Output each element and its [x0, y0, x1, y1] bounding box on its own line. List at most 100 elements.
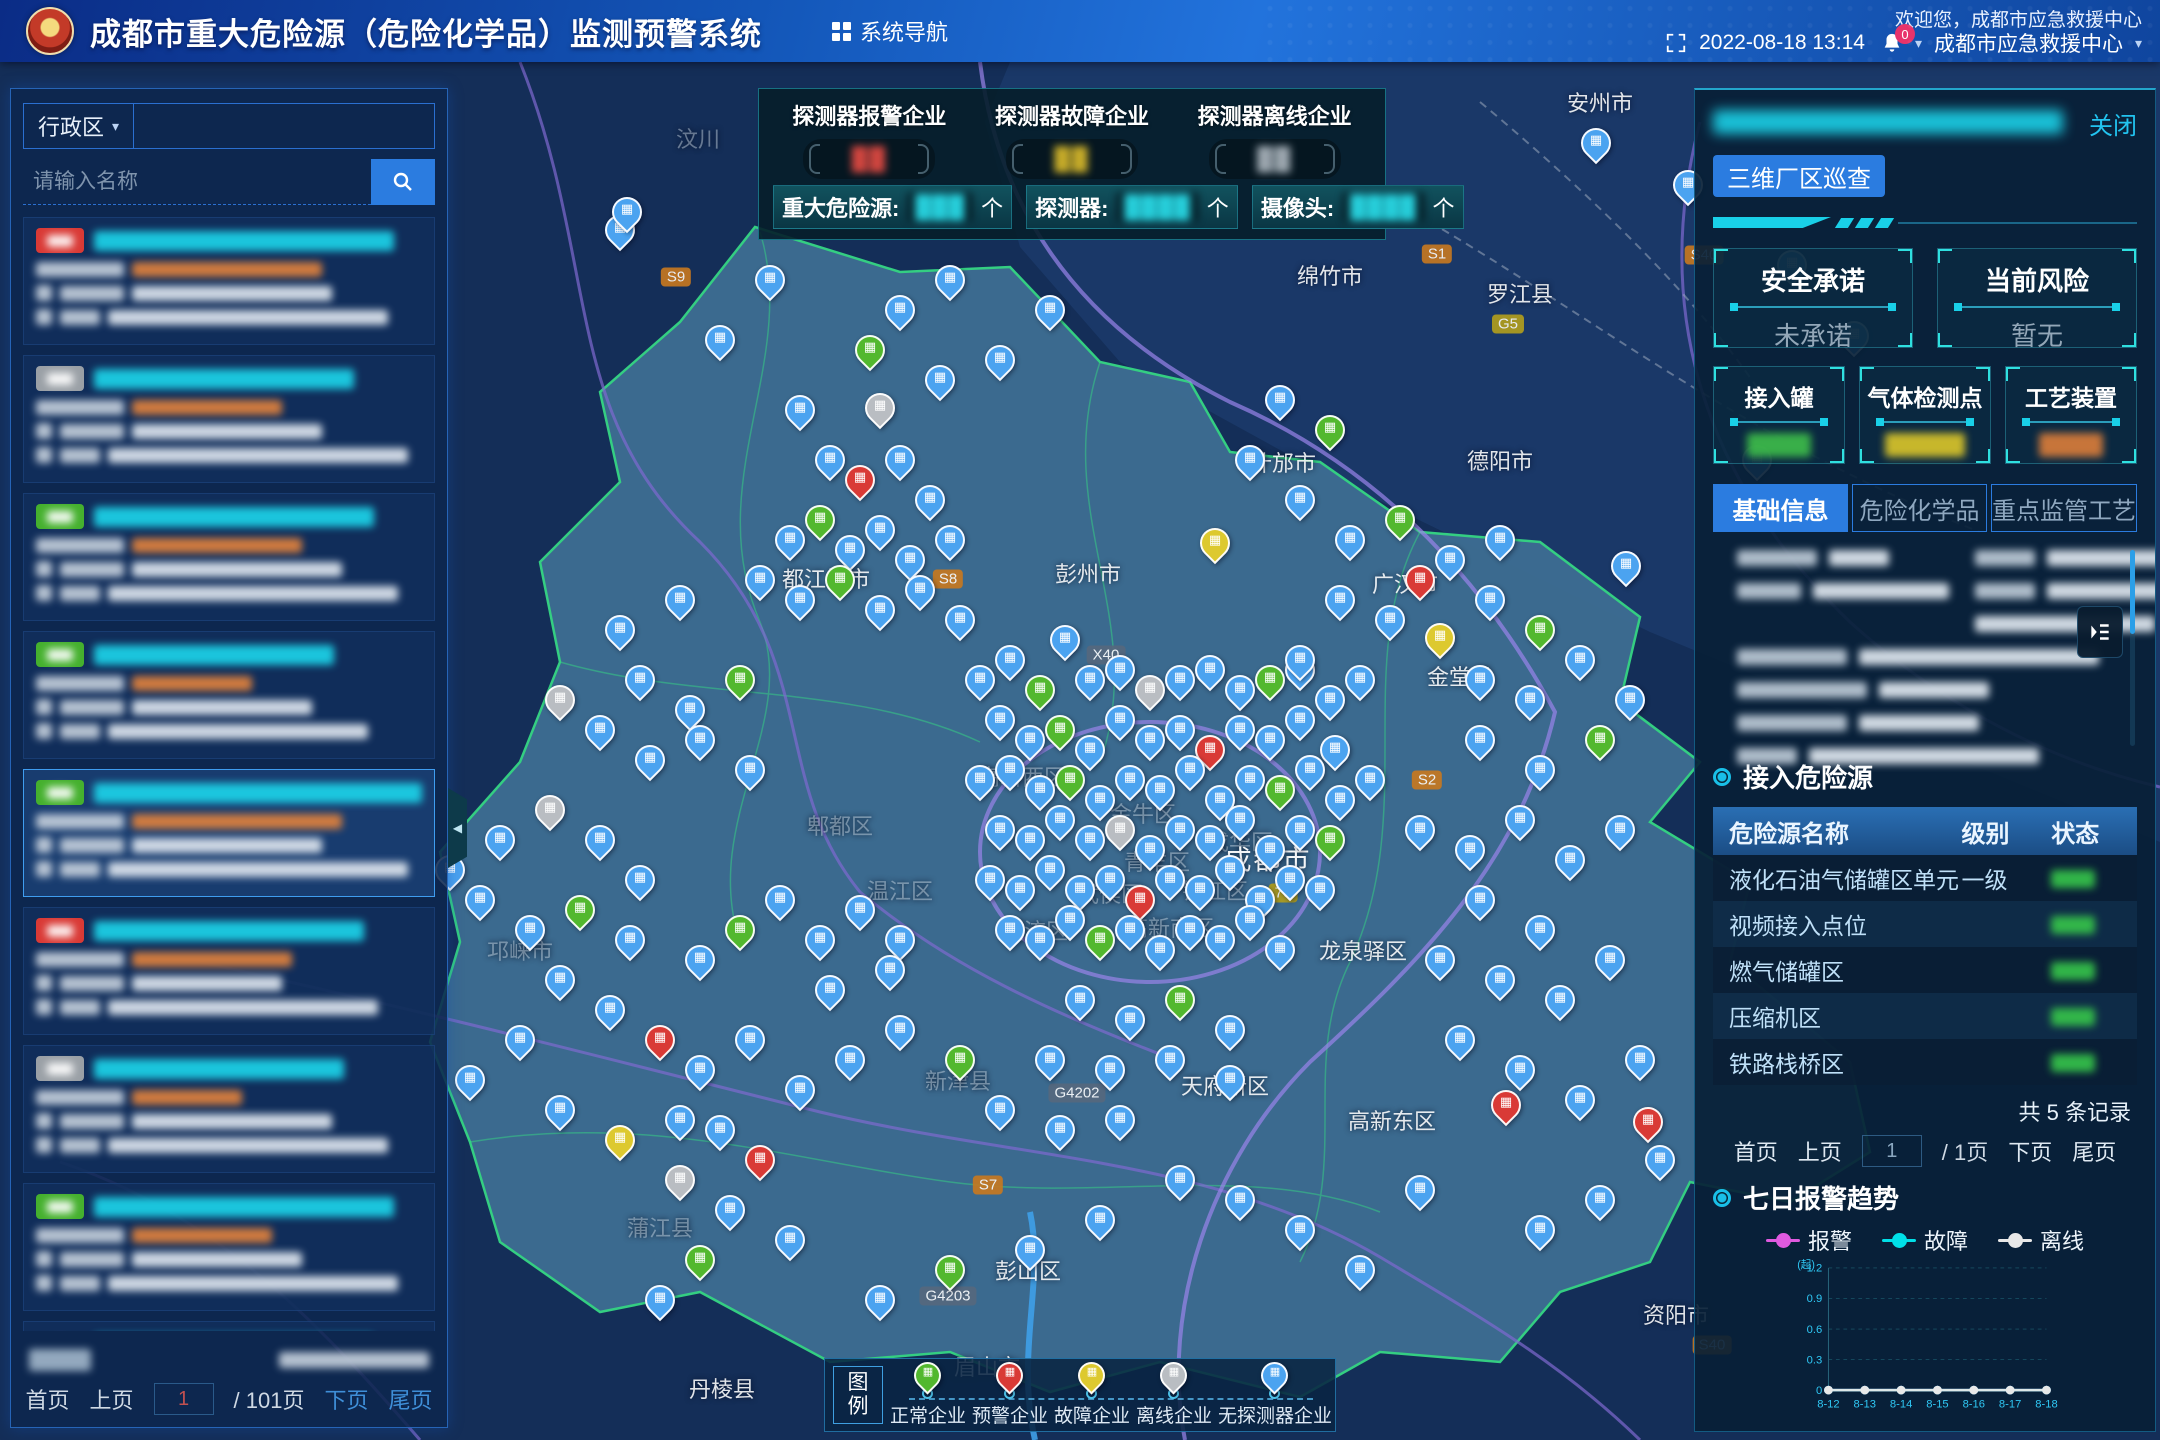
- map-marker-b[interactable]: ▦: [1275, 865, 1305, 895]
- map-marker-b[interactable]: ▦: [1645, 1145, 1675, 1175]
- map-marker-b[interactable]: ▦: [835, 1045, 865, 1075]
- info-scrollbar[interactable]: [2130, 550, 2135, 746]
- map-marker-b[interactable]: ▦: [1525, 1215, 1555, 1245]
- map-marker-g[interactable]: ▦: [1025, 675, 1055, 705]
- map-marker-b[interactable]: ▦: [785, 1075, 815, 1105]
- map-marker-b[interactable]: ▦: [815, 445, 845, 475]
- org-dropdown-caret-icon[interactable]: ▾: [2135, 35, 2142, 52]
- map-marker-b[interactable]: ▦: [675, 695, 705, 725]
- map-marker-g[interactable]: ▦: [855, 335, 885, 365]
- map-marker-b[interactable]: ▦: [1175, 755, 1205, 785]
- map-marker-y[interactable]: ▦: [1425, 623, 1455, 653]
- last-page-link[interactable]: 尾页: [388, 1383, 432, 1415]
- map-marker-b[interactable]: ▦: [1285, 645, 1315, 675]
- map-marker-b[interactable]: ▦: [1225, 675, 1255, 705]
- map-marker-b[interactable]: ▦: [1045, 805, 1075, 835]
- map-marker-b[interactable]: ▦: [1235, 445, 1265, 475]
- map-marker-b[interactable]: ▦: [545, 1095, 575, 1125]
- map-marker-b[interactable]: ▦: [965, 765, 995, 795]
- company-card[interactable]: [23, 493, 435, 621]
- notification-bell-icon[interactable]: 0: [1881, 32, 1903, 54]
- map-marker-b[interactable]: ▦: [1465, 725, 1495, 755]
- map-marker-r[interactable]: ▦: [845, 465, 875, 495]
- fullscreen-icon[interactable]: [1665, 32, 1687, 54]
- company-card[interactable]: [23, 631, 435, 759]
- map-marker-b[interactable]: ▦: [1235, 765, 1265, 795]
- map-marker-b[interactable]: ▦: [1225, 1185, 1255, 1215]
- hazard-row[interactable]: 燃气储罐区: [1713, 947, 2137, 993]
- map-marker-b[interactable]: ▦: [1565, 645, 1595, 675]
- map-marker-b[interactable]: ▦: [775, 525, 805, 555]
- hazard-row[interactable]: 视频接入点位: [1713, 901, 2137, 947]
- prev-page-link[interactable]: 上页: [90, 1383, 134, 1415]
- map-marker-b[interactable]: ▦: [1485, 965, 1515, 995]
- map-marker-b[interactable]: ▦: [1105, 705, 1135, 735]
- map-marker-b[interactable]: ▦: [455, 1065, 485, 1095]
- map-marker-b[interactable]: ▦: [1065, 985, 1095, 1015]
- map-marker-b[interactable]: ▦: [995, 915, 1025, 945]
- map-marker-b[interactable]: ▦: [665, 585, 695, 615]
- map-marker-b[interactable]: ▦: [1185, 875, 1215, 905]
- map-marker-g[interactable]: ▦: [1315, 415, 1345, 445]
- map-marker-b[interactable]: ▦: [935, 525, 965, 555]
- map-marker-b[interactable]: ▦: [885, 445, 915, 475]
- region-filter-value[interactable]: [134, 104, 434, 148]
- map-marker-b[interactable]: ▦: [995, 755, 1025, 785]
- map-marker-b[interactable]: ▦: [1035, 1045, 1065, 1075]
- map-marker-b[interactable]: ▦: [612, 197, 642, 227]
- map-marker-b[interactable]: ▦: [1555, 845, 1585, 875]
- map-marker-b[interactable]: ▦: [1095, 1055, 1125, 1085]
- map-marker-b[interactable]: ▦: [1045, 1115, 1075, 1145]
- map-marker-b[interactable]: ▦: [1485, 525, 1515, 555]
- map-marker-b[interactable]: ▦: [865, 595, 895, 625]
- map-marker-b[interactable]: ▦: [1435, 545, 1465, 575]
- map-marker-b[interactable]: ▦: [1611, 551, 1641, 581]
- map-marker-b[interactable]: ▦: [985, 815, 1015, 845]
- map-marker-b[interactable]: ▦: [745, 565, 775, 595]
- map-marker-g[interactable]: ▦: [685, 1245, 715, 1275]
- map-marker-b[interactable]: ▦: [685, 725, 715, 755]
- company-card[interactable]: [23, 1045, 435, 1173]
- map-marker-b[interactable]: ▦: [715, 1195, 745, 1225]
- map-marker-g[interactable]: ▦: [1525, 615, 1555, 645]
- map-marker-b[interactable]: ▦: [1145, 775, 1175, 805]
- map-marker-w[interactable]: ▦: [665, 1165, 695, 1195]
- map-marker-b[interactable]: ▦: [845, 895, 875, 925]
- map-marker-g[interactable]: ▦: [935, 1255, 965, 1285]
- map-marker-b[interactable]: ▦: [885, 1015, 915, 1045]
- map-marker-b[interactable]: ▦: [895, 545, 925, 575]
- map-marker-b[interactable]: ▦: [485, 825, 515, 855]
- map-marker-g[interactable]: ▦: [725, 915, 755, 945]
- map-marker-b[interactable]: ▦: [1581, 128, 1611, 158]
- map-marker-b[interactable]: ▦: [785, 585, 815, 615]
- patrol-3d-button[interactable]: 三维厂区巡查: [1713, 155, 1885, 197]
- tab-basic-info[interactable]: 基础信息: [1713, 484, 1848, 532]
- map-marker-b[interactable]: ▦: [1050, 625, 1080, 655]
- map-marker-b[interactable]: ▦: [865, 515, 895, 545]
- map-marker-w[interactable]: ▦: [865, 393, 895, 423]
- map-marker-b[interactable]: ▦: [635, 745, 665, 775]
- map-marker-r[interactable]: ▦: [1491, 1090, 1521, 1120]
- map-marker-b[interactable]: ▦: [625, 665, 655, 695]
- map-marker-b[interactable]: ▦: [975, 865, 1005, 895]
- map-marker-b[interactable]: ▦: [1335, 525, 1365, 555]
- map-marker-b[interactable]: ▦: [1525, 915, 1555, 945]
- map-marker-b[interactable]: ▦: [1105, 1105, 1135, 1135]
- map-marker-b[interactable]: ▦: [1285, 1215, 1315, 1245]
- map-marker-b[interactable]: ▦: [1375, 605, 1405, 635]
- map-marker-b[interactable]: ▦: [1195, 825, 1225, 855]
- search-button[interactable]: [371, 159, 435, 205]
- map-marker-b[interactable]: ▦: [995, 645, 1025, 675]
- map-marker-y[interactable]: ▦: [1200, 528, 1230, 558]
- map-marker-w[interactable]: ▦: [1135, 675, 1165, 705]
- next-page-link[interactable]: 下页: [2008, 1135, 2052, 1167]
- map-marker-b[interactable]: ▦: [985, 705, 1015, 735]
- map-marker-b[interactable]: ▦: [885, 295, 915, 325]
- map-marker-b[interactable]: ▦: [885, 925, 915, 955]
- page-number-input[interactable]: [154, 1383, 214, 1415]
- map-marker-g[interactable]: ▦: [825, 565, 855, 595]
- map-marker-b[interactable]: ▦: [735, 1025, 765, 1055]
- map-marker-g[interactable]: ▦: [1255, 665, 1285, 695]
- map-marker-g[interactable]: ▦: [1055, 765, 1085, 795]
- map-marker-b[interactable]: ▦: [905, 575, 935, 605]
